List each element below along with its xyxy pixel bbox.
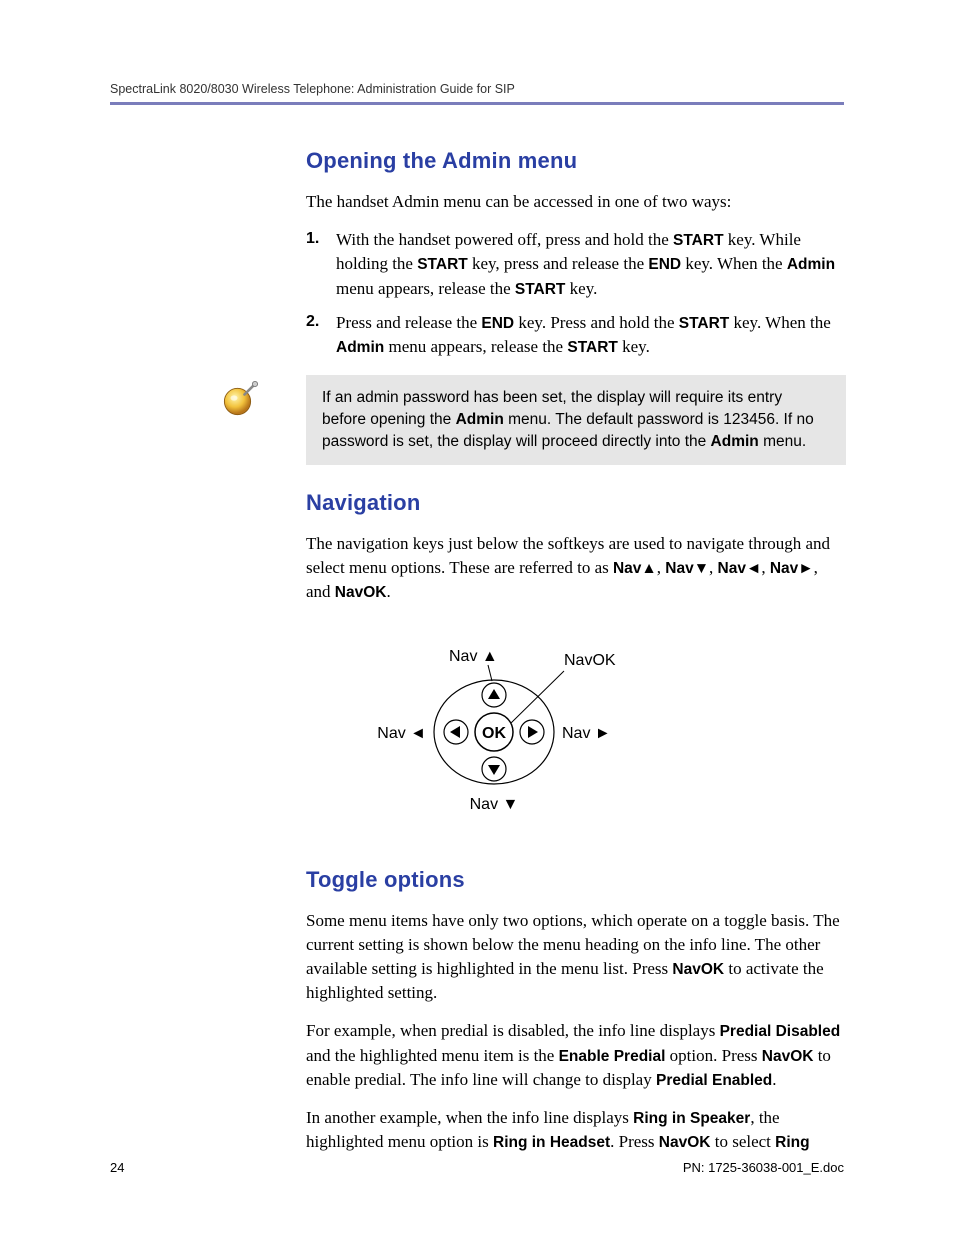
dia-nav-right: Nav ► <box>562 725 611 742</box>
opening-steps: With the handset powered off, press and … <box>306 228 846 359</box>
nav-up-label: Nav▲ <box>613 560 657 577</box>
triangle-down-icon <box>488 765 500 775</box>
navok-label: NavOK <box>762 1048 814 1065</box>
key-admin: Admin <box>711 433 759 450</box>
navok-label: NavOK <box>659 1134 711 1151</box>
main-content: Opening the Admin menu The handset Admin… <box>306 145 846 1154</box>
page-footer: 24 PN: 1725-36038-001_E.doc <box>110 1160 844 1175</box>
key-end: END <box>481 315 514 332</box>
navok-label: NavOK <box>672 961 724 978</box>
admin-password-note: If an admin password has been set, the d… <box>220 375 846 465</box>
predial-enabled-label: Predial Enabled <box>656 1072 772 1089</box>
navigation-diagram: OK Nav ▲ NavOK Nav ◄ Nav ► <box>354 637 654 817</box>
step-2: Press and release the END key. Press and… <box>306 311 846 359</box>
dia-nav-ok: NavOK <box>564 652 616 669</box>
toggle-p3: In another example, when the info line d… <box>306 1106 846 1154</box>
key-start: START <box>567 339 618 356</box>
ring-label: Ring <box>775 1134 809 1151</box>
opening-intro: The handset Admin menu can be accessed i… <box>306 190 846 214</box>
ring-in-speaker-label: Ring in Speaker <box>633 1110 750 1127</box>
key-start: START <box>673 232 724 249</box>
key-admin: Admin <box>787 256 835 273</box>
nav-right-label: Nav► <box>770 560 814 577</box>
running-header: SpectraLink 8020/8030 Wireless Telephone… <box>110 82 844 102</box>
step-1: With the handset powered off, press and … <box>306 228 846 300</box>
nav-down-label: Nav▼ <box>665 560 709 577</box>
toggle-p1: Some menu items have only two options, w… <box>306 909 846 1006</box>
pushpin-icon <box>220 377 262 419</box>
part-number: PN: 1725-36038-001_E.doc <box>683 1160 844 1175</box>
dia-nav-up: Nav ▲ <box>449 648 498 665</box>
toggle-p2: For example, when predial is disabled, t… <box>306 1019 846 1091</box>
key-admin: Admin <box>336 339 384 356</box>
key-start: START <box>417 256 468 273</box>
triangle-left-icon <box>450 726 460 738</box>
triangle-up-icon <box>488 689 500 699</box>
key-start: START <box>679 315 730 332</box>
key-start: START <box>515 281 566 298</box>
heading-navigation: Navigation <box>306 487 846 518</box>
page: SpectraLink 8020/8030 Wireless Telephone… <box>0 0 954 1235</box>
key-admin: Admin <box>456 411 504 428</box>
nav-ok-label: NavOK <box>335 584 387 601</box>
note-box: If an admin password has been set, the d… <box>306 375 846 465</box>
heading-toggle-options: Toggle options <box>306 864 846 895</box>
predial-disabled-label: Predial Disabled <box>720 1023 841 1040</box>
page-number: 24 <box>110 1160 124 1175</box>
heading-opening-admin: Opening the Admin menu <box>306 145 846 176</box>
dia-ok-center: OK <box>482 725 506 742</box>
navigation-text: The navigation keys just below the softk… <box>306 532 846 604</box>
nav-left-label: Nav◄ <box>718 560 762 577</box>
key-end: END <box>648 256 681 273</box>
enable-predial-label: Enable Predial <box>559 1048 666 1065</box>
dia-nav-left: Nav ◄ <box>377 725 426 742</box>
triangle-right-icon <box>528 726 538 738</box>
dia-nav-down: Nav ▼ <box>470 796 519 813</box>
header-rule <box>110 102 844 105</box>
ring-in-headset-label: Ring in Headset <box>493 1134 610 1151</box>
